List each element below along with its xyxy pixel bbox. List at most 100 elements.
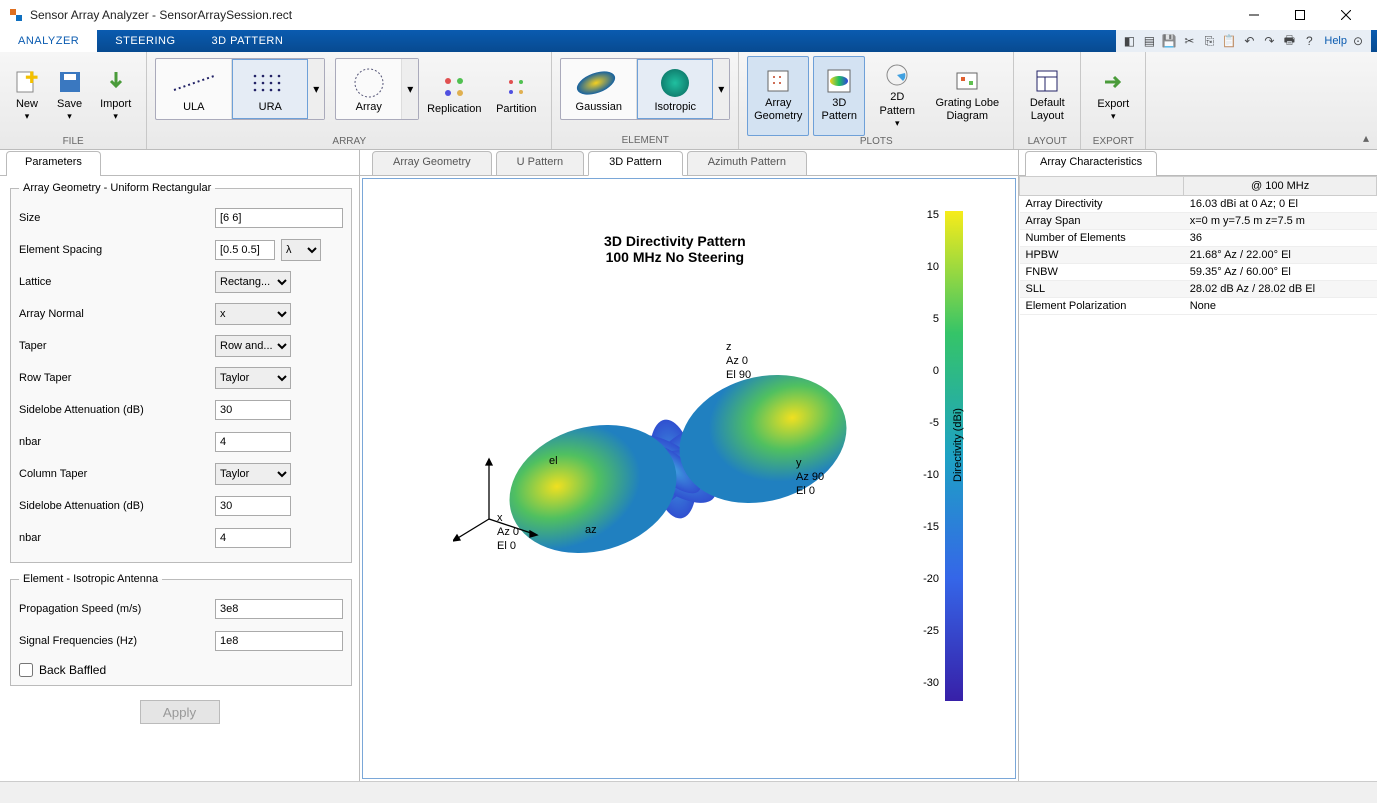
gallery-gaussian[interactable]: Gaussian (561, 59, 637, 119)
3d-pattern-button[interactable]: 3D Pattern (813, 56, 865, 136)
gallery-ula[interactable]: ULA (156, 59, 232, 119)
gallery-ura[interactable]: URA (232, 59, 308, 119)
window-title: Sensor Array Analyzer - SensorArraySessi… (30, 8, 1231, 22)
group-label-file: FILE (8, 136, 138, 149)
minimize-button[interactable] (1231, 0, 1277, 30)
svg-text:✚: ✚ (25, 70, 38, 87)
ribgroup-element: Gaussian Isotropic ▾ ELEMENT (552, 52, 739, 149)
element-spacing-input[interactable] (215, 240, 275, 260)
table-row: HPBW21.68° Az / 22.00° El (1020, 247, 1377, 264)
gallery-array-style[interactable]: Array (336, 59, 402, 119)
help-link[interactable]: Help (1324, 35, 1347, 47)
tab-parameters[interactable]: Parameters (6, 151, 101, 176)
close-button[interactable] (1323, 0, 1369, 30)
spacing-unit-select[interactable]: λ (281, 239, 321, 261)
taper-select[interactable]: Row and... (215, 335, 291, 357)
tab-3d-pattern[interactable]: 3D PATTERN (194, 30, 302, 52)
import-button[interactable]: Import▾ (93, 56, 138, 136)
ribbon-collapse-icon[interactable]: ▴ (1355, 52, 1377, 149)
table-row: Array Spanx=0 m y=7.5 m z=7.5 m (1020, 213, 1377, 230)
qat-paste-icon[interactable]: 📋 (1220, 32, 1238, 50)
quick-access-toolbar: ◧ ▤ 💾 ✂ ⎘ 📋 ↶ ↷ 🖶 ? Help ⊙ (1116, 30, 1371, 52)
qat-undo-icon[interactable]: ↶ (1240, 32, 1258, 50)
sidelobe-atten-row-input[interactable] (215, 400, 291, 420)
signal-frequencies-input[interactable] (215, 631, 343, 651)
element-gallery: Gaussian Isotropic ▾ (560, 58, 730, 120)
colorbar-label: Directivity (dBi) (952, 408, 964, 482)
qat-copy-icon[interactable]: ⎘ (1200, 32, 1218, 50)
group-label-element: ELEMENT (560, 135, 730, 149)
characteristics-table: @ 100 MHz Array Directivity16.03 dBi at … (1019, 176, 1377, 315)
group-label-array: ARRAY (155, 136, 543, 149)
array-style-gallery: Array ▾ (335, 58, 419, 120)
propagation-speed-input[interactable] (215, 599, 343, 619)
back-baffled-checkbox[interactable] (19, 663, 33, 677)
plot-title: 3D Directivity Pattern 100 MHz No Steeri… (604, 233, 746, 265)
qat-dropdown-icon[interactable]: ⊙ (1349, 32, 1367, 50)
grating-lobe-button[interactable]: Grating Lobe Diagram (929, 56, 1005, 136)
column-taper-select[interactable]: Taylor (215, 463, 291, 485)
maximize-button[interactable] (1277, 0, 1323, 30)
legend-array-geometry: Array Geometry - Uniform Rectangular (19, 182, 215, 194)
title-bar: Sensor Array Analyzer - SensorArraySessi… (0, 0, 1377, 30)
qat-save-icon[interactable]: 💾 (1160, 32, 1178, 50)
export-button[interactable]: Export▾ (1089, 56, 1137, 136)
default-layout-button[interactable]: Default Layout (1022, 56, 1072, 136)
table-row: FNBW59.35° Az / 60.00° El (1020, 264, 1377, 281)
workspace: Parameters Array Geometry - Uniform Rect… (0, 150, 1377, 781)
qat-cut-icon[interactable]: ✂ (1180, 32, 1198, 50)
replication-button[interactable]: Replication (423, 56, 485, 136)
char-header: @ 100 MHz (1184, 177, 1377, 196)
table-row: Element PolarizationNone (1020, 298, 1377, 315)
sidelobe-atten-col-input[interactable] (215, 496, 291, 516)
ribgroup-array: ULA URA ▾ Array ▾ Replication Partition … (147, 52, 552, 149)
gallery-array-dropdown[interactable]: ▾ (308, 59, 324, 119)
tab-analyzer[interactable]: ANALYZER (0, 30, 97, 52)
qat-btn-2[interactable]: ▤ (1140, 32, 1158, 50)
gallery-style-dropdown[interactable]: ▾ (402, 59, 418, 119)
array-normal-select[interactable]: x (215, 303, 291, 325)
plot-area[interactable]: 3D Directivity Pattern 100 MHz No Steeri… (362, 178, 1016, 779)
size-input[interactable] (215, 208, 343, 228)
qat-btn-1[interactable]: ◧ (1120, 32, 1138, 50)
ribbon-tabstrip: ANALYZER STEERING 3D PATTERN ◧ ▤ 💾 ✂ ⎘ 📋… (0, 30, 1377, 52)
qat-redo-icon[interactable]: ↷ (1260, 32, 1278, 50)
qat-print-icon[interactable]: 🖶 (1280, 32, 1298, 50)
ribbon: ✚New▾ Save▾ Import▾ FILE ULA URA ▾ Array… (0, 52, 1377, 150)
2d-pattern-button[interactable]: 2D Pattern▾ (869, 56, 925, 136)
tab-3d-pattern[interactable]: 3D Pattern (588, 151, 683, 176)
partition-button[interactable]: Partition (489, 56, 543, 136)
gallery-element-dropdown[interactable]: ▾ (713, 59, 729, 119)
qat-help-icon[interactable]: ? (1300, 32, 1318, 50)
gallery-isotropic[interactable]: Isotropic (637, 59, 713, 119)
tab-array-geometry[interactable]: Array Geometry (372, 151, 492, 176)
fieldset-array-geometry: Array Geometry - Uniform Rectangular Siz… (10, 182, 352, 563)
table-row: SLL28.02 dB Az / 28.02 dB El (1020, 281, 1377, 298)
lattice-select[interactable]: Rectang... (215, 271, 291, 293)
nbar-col-input[interactable] (215, 528, 291, 548)
tab-steering[interactable]: STEERING (97, 30, 193, 52)
ribgroup-layout: Default Layout LAYOUT (1014, 52, 1081, 149)
group-label-plots: PLOTS (747, 136, 1005, 149)
group-label-export: EXPORT (1089, 136, 1137, 149)
tab-u-pattern[interactable]: U Pattern (496, 151, 584, 176)
legend-element: Element - Isotropic Antenna (19, 573, 162, 585)
array-gallery: ULA URA ▾ (155, 58, 325, 120)
array-geometry-button[interactable]: Array Geometry (747, 56, 809, 136)
row-taper-select[interactable]: Taylor (215, 367, 291, 389)
new-button[interactable]: ✚New▾ (8, 56, 46, 136)
apply-button: Apply (140, 700, 220, 724)
plot-panel: Array Geometry U Pattern 3D Pattern Azim… (360, 150, 1019, 781)
fieldset-element: Element - Isotropic Antenna Propagation … (10, 573, 352, 686)
group-label-layout: LAYOUT (1022, 136, 1072, 149)
pattern-3d-plot (453, 309, 893, 639)
table-row: Array Directivity16.03 dBi at 0 Az; 0 El (1020, 196, 1377, 213)
characteristics-panel: Array Characteristics @ 100 MHz Array Di… (1019, 150, 1377, 781)
ribgroup-export: Export▾ EXPORT (1081, 52, 1146, 149)
tab-array-characteristics[interactable]: Array Characteristics (1025, 151, 1157, 176)
table-row: Number of Elements36 (1020, 230, 1377, 247)
save-button[interactable]: Save▾ (50, 56, 89, 136)
ribgroup-file: ✚New▾ Save▾ Import▾ FILE (0, 52, 147, 149)
tab-azimuth-pattern[interactable]: Azimuth Pattern (687, 151, 807, 176)
nbar-row-input[interactable] (215, 432, 291, 452)
